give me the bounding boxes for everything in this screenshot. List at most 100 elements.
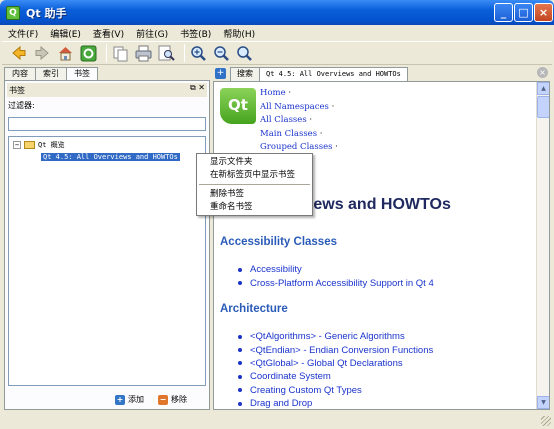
dock-title: 书签 — [9, 85, 25, 95]
list-item[interactable]: Coordinate System — [238, 370, 433, 383]
menu-item-open-in-new-tab[interactable]: 在新标签页中显示书签 — [197, 169, 312, 182]
menu-help[interactable]: 帮助(H) — [217, 27, 261, 40]
menu-bookmarks[interactable]: 书签(B) — [174, 27, 217, 40]
collapse-icon[interactable]: − — [13, 140, 21, 149]
left-dock-tabs: 内容 索引 书签 — [4, 67, 98, 81]
tab-index[interactable]: 索引 — [35, 67, 67, 80]
scroll-up-icon[interactable]: ▲ — [537, 82, 549, 95]
section-accessibility-list: Accessibility Cross-Platform Accessibili… — [238, 263, 434, 290]
nav-separator: · — [335, 142, 338, 152]
bookmark-actions: + 添加 − 移除 — [115, 394, 187, 405]
close-window-button[interactable]: × — [534, 3, 553, 22]
nav-separator: · — [331, 101, 335, 112]
close-tab-icon[interactable]: × — [537, 67, 548, 78]
list-item[interactable]: Cross-Platform Accessibility Support in … — [238, 276, 434, 289]
zoom-in-icon[interactable] — [189, 44, 207, 62]
menu-item-delete-bookmark[interactable]: 删除书签 — [197, 188, 312, 201]
resize-grip-icon[interactable] — [541, 416, 551, 426]
title-bar[interactable]: Q Qt 助手 _ □ × — [0, 0, 554, 25]
copy-icon[interactable] — [111, 44, 129, 62]
menu-view[interactable]: 查看(V) — [87, 27, 130, 40]
menu-edit[interactable]: 编辑(E) — [44, 27, 87, 40]
folder-icon — [24, 140, 35, 149]
window-title: Qt 助手 — [26, 6, 67, 20]
page-title: views and HOWTOs — [300, 196, 451, 213]
find-icon[interactable] — [157, 44, 175, 62]
back-arrow-icon[interactable] — [10, 44, 28, 62]
link-all-namespaces[interactable]: All Namespaces — [260, 102, 329, 112]
list-item[interactable]: Creating Custom Qt Types — [238, 384, 433, 397]
toolbar-separator — [106, 44, 107, 62]
menu-file[interactable]: 文件(F) — [2, 27, 44, 40]
menu-item-show-folder[interactable]: 显示文件夹 — [197, 156, 312, 169]
tab-search[interactable]: 搜索 — [230, 67, 260, 81]
list-item[interactable]: <QtGlobal> - Global Qt Declarations — [238, 357, 433, 370]
nav-separator: · — [319, 128, 323, 139]
bookmark-row[interactable]: Qt 4.5: All Overviews and HOWTOs — [41, 151, 180, 162]
vertical-scrollbar[interactable]: ▲ ▼ — [536, 82, 549, 409]
list-item[interactable]: <QtAlgorithms> - Generic Algorithms — [238, 330, 433, 343]
home-icon[interactable] — [56, 44, 74, 62]
new-tab-icon[interactable]: + — [215, 68, 226, 79]
dock-controls: ⧉ ✕ — [190, 83, 205, 93]
zoom-out-icon[interactable] — [212, 44, 230, 62]
bullet — [238, 374, 242, 379]
tab-contents[interactable]: 内容 — [4, 67, 36, 80]
bullet — [238, 281, 242, 286]
bullet — [238, 388, 242, 393]
bullet — [238, 401, 242, 406]
status-bar — [0, 412, 554, 429]
remove-bookmark-button[interactable]: 移除 — [171, 394, 187, 405]
nav-separator: · — [288, 88, 292, 98]
tab-document[interactable]: Qt 4.5: All Overviews and HOWTOs — [259, 67, 408, 81]
filter-input[interactable] — [8, 117, 206, 131]
link-home[interactable]: Home — [260, 88, 286, 98]
bullet — [238, 267, 242, 272]
bookmark-label: Qt 4.5: All Overviews and HOWTOs — [41, 152, 180, 161]
nav-separator: · — [309, 115, 313, 125]
section-accessibility-title: Accessibility Classes — [220, 236, 337, 248]
filter-label: 过滤器: — [8, 101, 35, 110]
bookmarks-tree: − Qt 概览 Qt 4.5: All Overviews and HOWTOs — [8, 136, 206, 386]
bookmarks-dock: 书签 ⧉ ✕ 过滤器: − Qt 概览 Qt 4.5: All Overview… — [4, 80, 210, 410]
bullet — [238, 348, 242, 353]
folder-label: Qt 概览 — [38, 140, 65, 149]
list-item[interactable]: Drag and Drop — [238, 397, 433, 409]
section-architecture-title: Architecture — [220, 303, 288, 315]
menu-bar: 文件(F) 编辑(E) 查看(V) 前往(G) 书签(B) 帮助(H) — [2, 25, 552, 41]
toolbar — [2, 41, 552, 65]
section-architecture-list: <QtAlgorithms> - Generic Algorithms <QtE… — [238, 330, 433, 409]
link-grouped-classes[interactable]: Grouped Classes — [260, 142, 332, 152]
remove-icon: − — [158, 394, 168, 405]
add-bookmark-button[interactable]: 添加 — [128, 394, 144, 405]
add-icon: + — [115, 394, 125, 405]
print-icon[interactable] — [134, 44, 152, 62]
link-main-classes[interactable]: Main Classes — [260, 129, 317, 139]
list-item[interactable]: Accessibility — [238, 263, 434, 276]
sync-contents-icon[interactable] — [79, 44, 97, 62]
help-browser: Qt Home · All Namespaces · All Classes ·… — [213, 81, 550, 410]
menu-item-rename-bookmark[interactable]: 重命名书签 — [197, 201, 312, 214]
document-tab-bar: + 搜索 Qt 4.5: All Overviews and HOWTOs × — [213, 66, 550, 81]
list-item[interactable]: <QtEndian> - Endian Conversion Functions — [238, 343, 433, 356]
bullet — [238, 334, 242, 339]
doc-nav-links: Home · All Namespaces · All Classes · Ma… — [260, 88, 338, 156]
close-dock-icon[interactable]: ✕ — [198, 83, 205, 92]
menu-go[interactable]: 前往(G) — [130, 27, 174, 40]
scroll-thumb[interactable] — [537, 96, 549, 118]
menu-separator — [199, 184, 310, 185]
forward-arrow-icon[interactable] — [33, 44, 51, 62]
link-all-classes[interactable]: All Classes — [260, 115, 307, 125]
maximize-button[interactable]: □ — [514, 3, 533, 22]
qt-logo: Qt — [220, 88, 256, 124]
toolbar-separator — [184, 44, 185, 62]
minimize-button[interactable]: _ — [494, 3, 513, 22]
dock-title-bar: 书签 ⧉ ✕ — [7, 83, 207, 97]
zoom-normal-icon[interactable] — [235, 44, 253, 62]
tab-bookmarks[interactable]: 书签 — [66, 67, 98, 81]
tree-folder-row[interactable]: − Qt 概览 — [13, 139, 65, 150]
scroll-down-icon[interactable]: ▼ — [537, 396, 549, 409]
float-dock-icon[interactable]: ⧉ — [190, 83, 196, 92]
bookmark-context-menu: 显示文件夹 在新标签页中显示书签 删除书签 重命名书签 — [196, 153, 313, 216]
qt-assistant-app-icon: Q — [6, 5, 20, 20]
